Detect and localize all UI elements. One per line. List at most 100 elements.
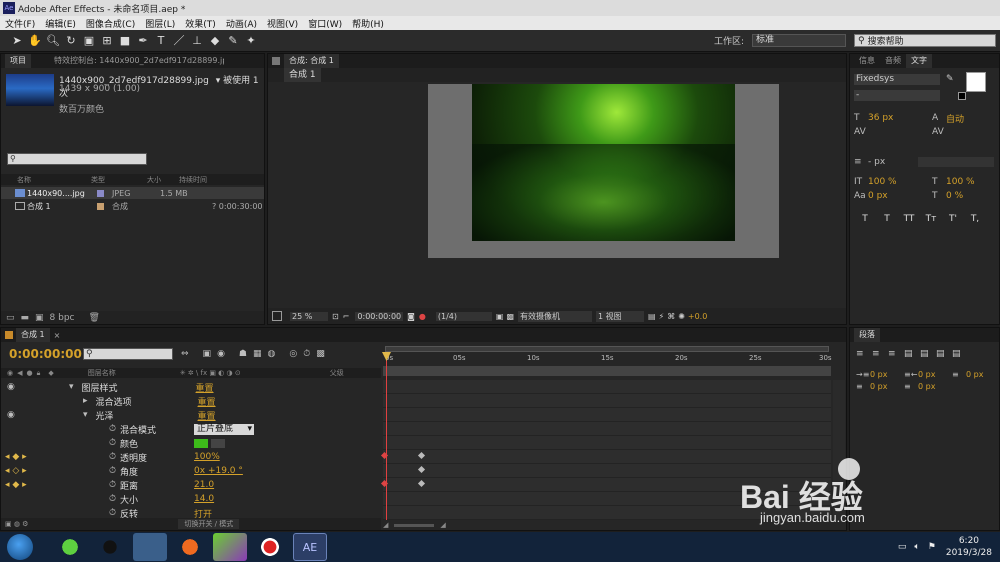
stopwatch-active-icon[interactable]: ⏱︎	[109, 452, 116, 462]
expand-arrow-icon[interactable]: ▸	[83, 396, 88, 406]
stopwatch-active-icon[interactable]: ⏱︎	[109, 480, 116, 490]
new-comp-icon[interactable]: ▣	[35, 313, 44, 323]
pan-behind-tool-icon[interactable]: ⊞	[99, 33, 115, 49]
start-button[interactable]	[7, 534, 33, 560]
layer-row[interactable]: ⏱︎ 大小 14.0	[1, 492, 381, 506]
zoom-track[interactable]	[394, 523, 435, 527]
tab-composition[interactable]: 合成: 合成 1	[284, 54, 339, 68]
justify-right-icon[interactable]: ▤	[936, 349, 952, 359]
keyframe-nav[interactable]: ◂ ◆ ▸	[5, 480, 85, 490]
menu-effect[interactable]: 效果(T)	[180, 17, 221, 30]
taskbar-app-qq[interactable]	[93, 533, 127, 561]
stroke-width-value[interactable]: - px	[868, 157, 918, 167]
timeline-search-input[interactable]: ⚲	[83, 348, 173, 360]
taskbar-app-editor[interactable]	[213, 533, 247, 561]
motion-blur-icon[interactable]: ◍	[268, 349, 276, 359]
reset-link[interactable]: 重置	[196, 381, 214, 394]
selection-tool-icon[interactable]: ➤	[9, 33, 25, 49]
subscript-button[interactable]: T,	[964, 214, 986, 224]
comp-canvas[interactable]	[428, 84, 779, 258]
view-layout-select[interactable]: 1 视图	[596, 310, 644, 322]
superscript-button[interactable]: T'	[942, 214, 964, 224]
menu-window[interactable]: 窗口(W)	[303, 17, 347, 30]
layer-row[interactable]: ⏱︎ 颜色	[1, 436, 381, 450]
indent-right-value[interactable]: 0 px	[918, 370, 952, 379]
justify-center-icon[interactable]: ▤	[920, 349, 936, 359]
horizontal-scale-value[interactable]: 100 %	[946, 177, 975, 187]
new-folder-icon[interactable]: ▬	[21, 313, 30, 323]
workspace-select[interactable]: 标准	[752, 34, 847, 47]
fast-preview-icon[interactable]: ⚡︎	[659, 312, 665, 321]
taskbar-app-explorer[interactable]	[133, 533, 167, 561]
puppet-pin-icon[interactable]: ✦	[243, 33, 259, 49]
eraser-tool-icon[interactable]: ◆	[207, 33, 223, 49]
vertical-scale-value[interactable]: 100 %	[868, 177, 932, 187]
keyframe-nav[interactable]: ◂ ◇ ▸	[5, 466, 85, 476]
keyframe-nav[interactable]: ◂ ◆ ▸	[5, 452, 85, 462]
project-search-input[interactable]: ⚲	[7, 153, 147, 165]
flowchart-icon[interactable]: ⌘	[667, 312, 675, 321]
eye-icon[interactable]: ◉	[7, 410, 83, 420]
toggle-switches-modes[interactable]: 切换开关 / 模式	[178, 519, 240, 529]
draft-3d-icon[interactable]: ▣	[203, 349, 212, 359]
viewer-timecode[interactable]: 0:00:00:00	[355, 311, 404, 321]
layer-row[interactable]: ◂ ◆ ▸ ⏱︎ 透明度 100%	[1, 450, 381, 464]
blend-mode-select[interactable]: 正片叠底 ▾	[194, 423, 255, 435]
stopwatch-icon[interactable]: ⏱︎	[109, 424, 116, 434]
comp-flowchart-icon[interactable]: ⇔	[181, 349, 189, 359]
layer-row[interactable]: ▸ 混合选项 重置	[1, 394, 381, 408]
roto-brush-icon[interactable]: ✎	[225, 33, 241, 49]
layer-row[interactable]: ◉ ▾ 光泽 重置	[1, 408, 381, 422]
graph-editor-icon[interactable]: ◎	[289, 349, 297, 359]
eye-icon[interactable]: ◉	[7, 382, 63, 392]
zoom-out-icon[interactable]: ◢	[383, 521, 388, 529]
small-caps-button[interactable]: Tт	[920, 214, 942, 224]
keyframe[interactable]	[417, 465, 426, 474]
stopwatch-icon[interactable]: ⏱︎	[109, 494, 116, 504]
faux-italic-button[interactable]: T	[876, 214, 898, 224]
rotate-tool-icon[interactable]: ↻	[63, 33, 79, 49]
tab-info[interactable]: 信息	[854, 54, 880, 68]
channel-icon[interactable]: ●	[419, 312, 426, 321]
col-type[interactable]: 类型	[91, 175, 147, 185]
eyedropper-icon[interactable]	[211, 438, 226, 448]
help-search-input[interactable]: ⚲ 搜索帮助	[854, 34, 996, 47]
tab-project[interactable]: 项目	[5, 54, 31, 68]
align-center-icon[interactable]: ≡	[872, 349, 888, 359]
col-name[interactable]: 名称	[17, 175, 91, 185]
transparency-icon[interactable]: ▩	[506, 312, 514, 321]
work-area-bar[interactable]	[385, 346, 829, 352]
tab-character[interactable]: 文字	[906, 54, 932, 68]
reset-link[interactable]: 重置	[198, 395, 216, 408]
reset-link[interactable]: 重置	[198, 409, 216, 422]
indent-first-value[interactable]: 0 px	[966, 370, 983, 379]
font-size-value[interactable]: 36 px	[868, 113, 932, 123]
expand-arrow-icon[interactable]: ▾	[83, 410, 88, 420]
tab-timeline-comp[interactable]: 合成 1	[16, 328, 50, 342]
menu-edit[interactable]: 编辑(E)	[40, 17, 81, 30]
justify-all-icon[interactable]: ▤	[952, 349, 968, 359]
clock-date[interactable]: 2019/3/28	[946, 547, 992, 559]
stopwatch-icon[interactable]: ⏱︎	[109, 508, 116, 518]
justify-left-icon[interactable]: ▤	[904, 349, 920, 359]
font-family-select[interactable]: Fixedsys	[854, 74, 940, 85]
hand-tool-icon[interactable]: ✋	[27, 33, 43, 49]
frame-blend-icon[interactable]: ▦	[253, 349, 262, 359]
col-parent[interactable]: 父级	[330, 368, 344, 378]
exposure-icon[interactable]: ✺	[678, 312, 685, 321]
eyedropper-icon[interactable]: ✎	[946, 74, 954, 84]
region-icon[interactable]: ⌐	[343, 312, 350, 321]
stroke-color-swatch[interactable]	[958, 92, 966, 100]
layer-row[interactable]: ◂ ◇ ▸ ⏱︎ 角度 0x +19.0 °	[1, 464, 381, 478]
shy-icon[interactable]: ☗	[239, 349, 247, 359]
project-item-jpg[interactable]: 1440x90....jpg JPEG 1.5 MB	[1, 187, 264, 199]
pen-tool-icon[interactable]: ✒	[135, 33, 151, 49]
zoom-slider[interactable]: ◢ ◢	[383, 520, 503, 530]
magnify-icon[interactable]	[272, 311, 282, 321]
exposure-value[interactable]: +0.0	[688, 312, 707, 321]
menu-help[interactable]: 帮助(H)	[347, 17, 389, 30]
zoom-select[interactable]: 25 %	[290, 311, 328, 321]
tab-comp-1[interactable]: 合成 1	[284, 68, 321, 82]
menu-view[interactable]: 视图(V)	[262, 17, 303, 30]
timeline-timecode[interactable]: 0:00:00:00	[9, 347, 82, 361]
